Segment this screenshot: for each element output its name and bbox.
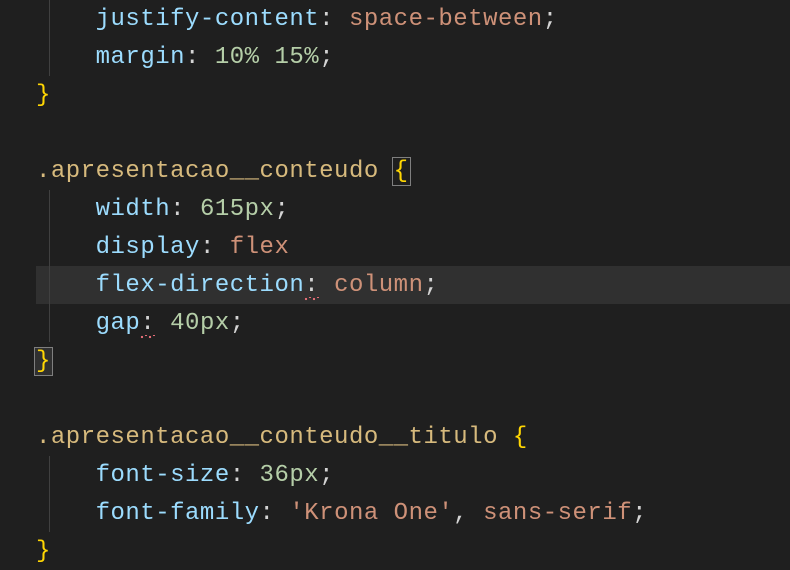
indent (36, 6, 96, 33)
colon-punct: : (185, 44, 200, 71)
css-value: 40px (170, 310, 230, 337)
code-line[interactable]: .apresentacao__conteudo { (36, 152, 790, 190)
code-line[interactable]: } (36, 342, 790, 380)
css-property: font-family (96, 500, 260, 527)
indent (36, 500, 96, 527)
code-line[interactable]: font-size: 36px; (36, 456, 790, 494)
semicolon-punct: ; (632, 500, 647, 527)
indent (36, 310, 96, 337)
css-property: width (96, 196, 171, 223)
bracket-match-open: { (392, 157, 411, 186)
css-value: 15% (274, 44, 319, 71)
code-line-blank[interactable] (36, 380, 790, 418)
code-line[interactable]: width: 615px; (36, 190, 790, 228)
bracket-match-close: } (34, 347, 53, 376)
indent (36, 234, 96, 261)
css-value: 36px (260, 462, 320, 489)
space (274, 500, 289, 527)
css-property: flex-direction (96, 272, 305, 299)
space (260, 44, 275, 71)
close-brace: } (36, 82, 51, 109)
css-value: 'Krona One' (289, 500, 453, 527)
comma-punct: , (453, 500, 468, 527)
space (498, 424, 513, 451)
space (200, 44, 215, 71)
css-property: font-size (96, 462, 230, 489)
semicolon-punct: ; (543, 6, 558, 33)
code-line[interactable]: margin: 10% 15%; (36, 38, 790, 76)
space (215, 234, 230, 261)
open-brace: { (513, 424, 528, 451)
indent (36, 462, 96, 489)
semicolon-punct: ; (230, 310, 245, 337)
code-line-blank[interactable] (36, 114, 790, 152)
css-value: 10% (215, 44, 260, 71)
code-line[interactable]: display: flex (36, 228, 790, 266)
colon-punct: : (200, 234, 215, 261)
colon-punct: : (230, 462, 245, 489)
css-value: column (334, 272, 423, 299)
lint-squiggle: : (140, 310, 155, 337)
css-value: flex (230, 234, 290, 261)
semicolon-punct: ; (423, 272, 438, 299)
semicolon-punct: ; (274, 196, 289, 223)
colon-punct: : (319, 6, 334, 33)
code-line[interactable]: } (36, 532, 790, 570)
code-line[interactable]: gap: 40px; (36, 304, 790, 342)
colon-punct: : (140, 310, 155, 337)
css-property: margin (96, 44, 185, 71)
close-brace: } (36, 348, 51, 375)
indent (36, 44, 96, 71)
space (319, 272, 334, 299)
space (334, 6, 349, 33)
code-line[interactable]: .apresentacao__conteudo__titulo { (36, 418, 790, 456)
css-property: display (96, 234, 200, 261)
code-line[interactable]: font-family: 'Krona One', sans-serif; (36, 494, 790, 532)
code-line[interactable]: } (36, 76, 790, 114)
css-value: 615px (200, 196, 275, 223)
code-line-active[interactable]: flex-direction: column; (36, 266, 790, 304)
indent (36, 196, 96, 223)
space (155, 310, 170, 337)
semicolon-punct: ; (319, 462, 334, 489)
css-property: justify-content (96, 6, 320, 33)
space (468, 500, 483, 527)
css-value: sans-serif (483, 500, 632, 527)
code-line[interactable]: justify-content: space-between; (36, 0, 790, 38)
css-value: space-between (349, 6, 543, 33)
semicolon-punct: ; (319, 44, 334, 71)
close-brace: } (36, 538, 51, 565)
colon-punct: : (304, 272, 319, 299)
css-property: gap (96, 310, 141, 337)
space (245, 462, 260, 489)
lint-squiggle: : (304, 272, 319, 299)
indent (36, 272, 96, 299)
css-selector: .apresentacao__conteudo__titulo (36, 424, 498, 451)
open-brace: { (394, 158, 409, 185)
colon-punct: : (260, 500, 275, 527)
css-selector: .apresentacao__conteudo (36, 158, 379, 185)
colon-punct: : (170, 196, 185, 223)
space (185, 196, 200, 223)
code-editor[interactable]: justify-content: space-between; margin: … (0, 0, 790, 570)
